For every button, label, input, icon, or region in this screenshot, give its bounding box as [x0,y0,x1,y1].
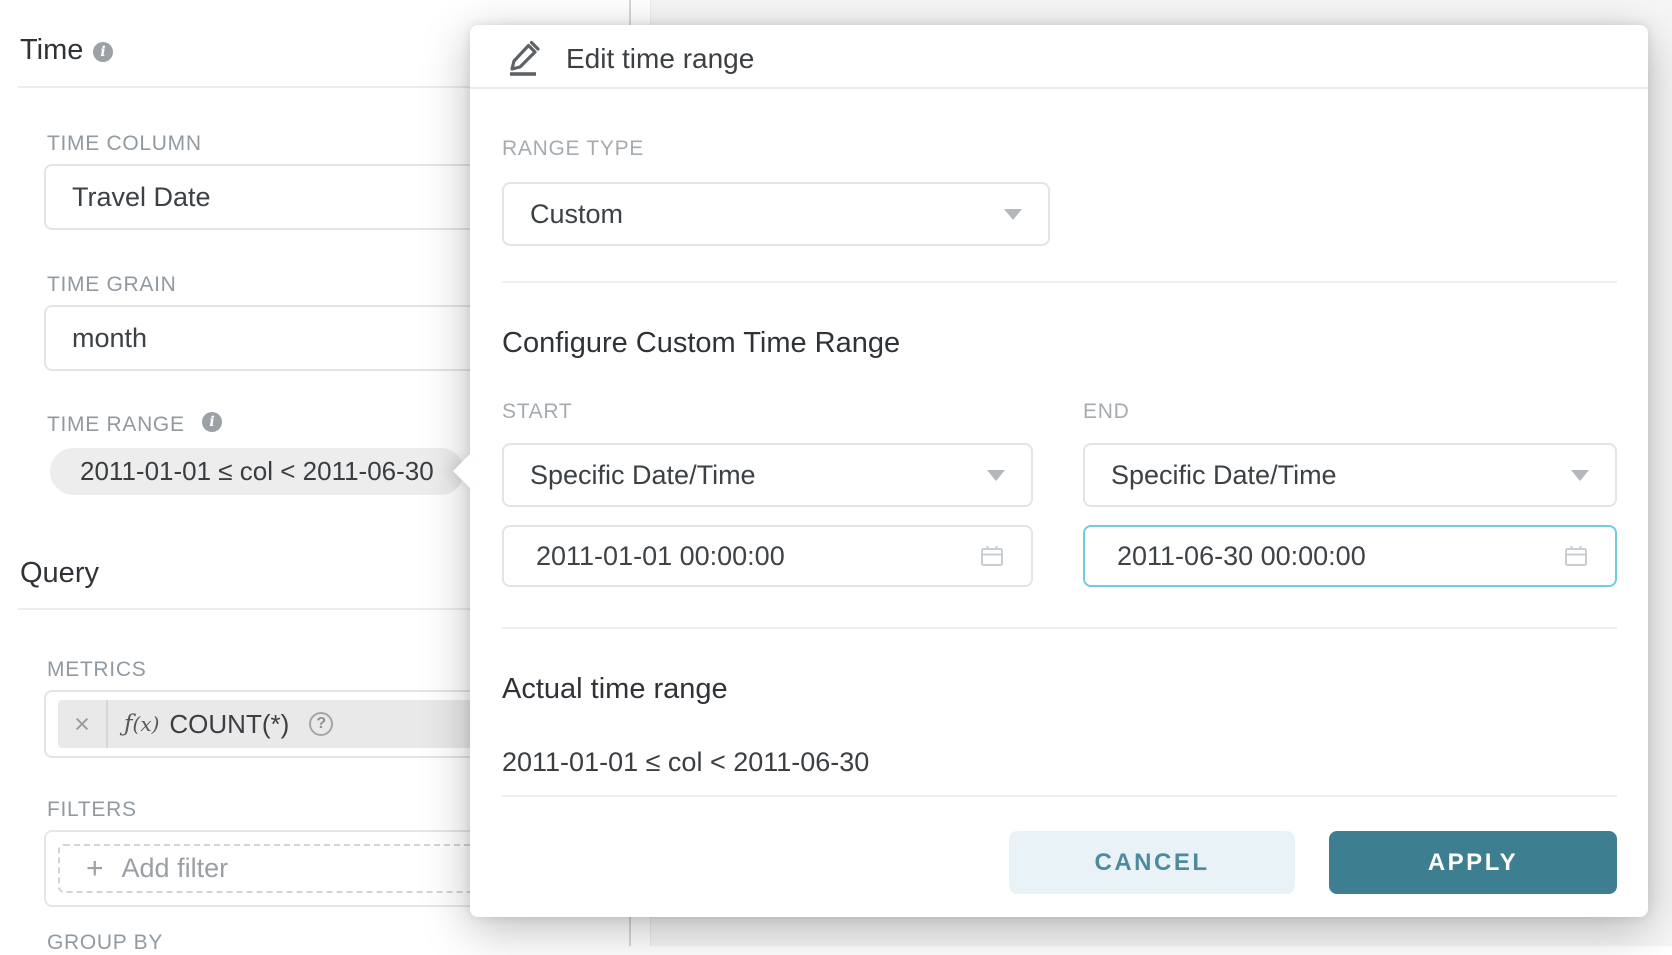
info-icon[interactable]: i [93,42,113,62]
start-datetime-field [502,525,1033,587]
calendar-icon[interactable] [1563,543,1589,574]
edit-pencil-icon [504,37,544,82]
time-section-heading: Time [20,34,83,67]
end-type-value: Specific Date/Time [1085,460,1337,491]
metrics-label: METRICS [47,658,146,682]
chevron-down-icon [1571,470,1589,481]
divider [502,281,1617,283]
group-by-label: GROUP BY [47,931,163,955]
popover-footer-divider [502,795,1617,797]
query-section-heading: Query [20,557,99,590]
end-label: END [1083,400,1129,424]
range-type-select[interactable]: Custom [502,182,1050,246]
end-datetime-input[interactable] [1083,525,1617,587]
configure-heading: Configure Custom Time Range [502,327,900,360]
apply-button[interactable]: APPLY [1329,831,1617,894]
time-range-label: TIME RANGE [47,413,185,437]
popover-title: Edit time range [566,43,754,75]
start-datetime-input[interactable] [502,525,1033,587]
edit-time-range-popover: Edit time range RANGE TYPE Custom Config… [470,25,1648,917]
time-column-label: TIME COLUMN [47,132,202,156]
actual-range-heading: Actual time range [502,673,728,706]
info-icon[interactable]: i [202,412,222,432]
chevron-down-icon [987,470,1005,481]
range-type-value: Custom [504,199,623,230]
chevron-down-icon [1004,209,1022,220]
metric-help-icon[interactable]: ? [309,712,333,736]
function-icon: ƒ(x) [124,711,159,737]
divider [502,627,1617,629]
add-filter-label: Add filter [122,853,229,884]
time-range-pill-value: 2011-01-01 ≤ col < 2011-06-30 [80,456,434,487]
end-type-select[interactable]: Specific Date/Time [1083,443,1617,507]
time-grain-label: TIME GRAIN [47,273,177,297]
time-range-pill[interactable]: 2011-01-01 ≤ col < 2011-06-30 [50,448,464,495]
chip-separator [106,700,108,748]
plus-icon: + [86,854,104,884]
metric-name: COUNT(*) [169,709,289,740]
filters-label: FILTERS [47,798,137,822]
remove-metric-icon[interactable]: × [58,709,106,740]
range-type-label: RANGE TYPE [502,137,644,161]
cancel-button[interactable]: CANCEL [1009,831,1295,894]
start-label: START [502,400,572,424]
end-datetime-field [1083,525,1617,587]
calendar-icon[interactable] [979,543,1005,574]
start-type-select[interactable]: Specific Date/Time [502,443,1033,507]
actual-range-value: 2011-01-01 ≤ col < 2011-06-30 [502,747,869,778]
start-type-value: Specific Date/Time [504,460,756,491]
time-grain-value: month [46,323,147,354]
popover-header-divider [470,87,1648,89]
time-column-value: Travel Date [46,182,211,213]
